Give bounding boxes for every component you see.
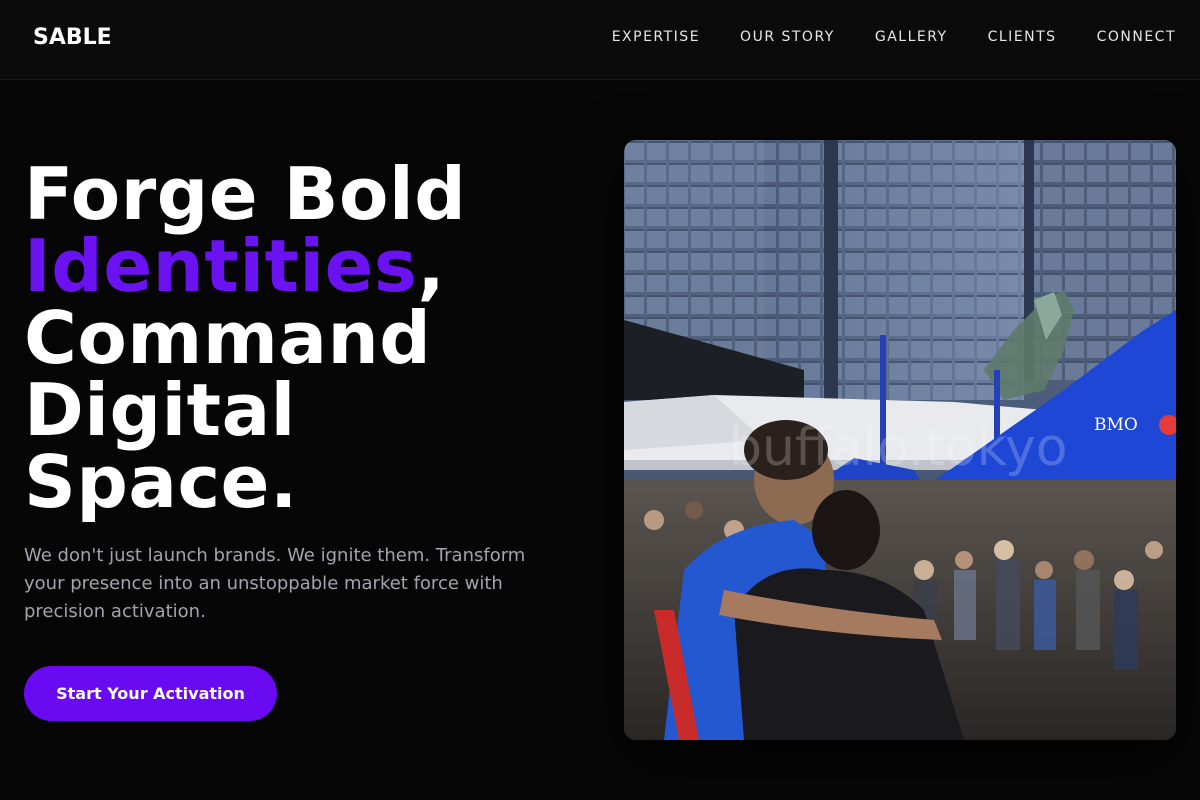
hero-title-line-3: Command (24, 296, 432, 380)
nav-link-connect[interactable]: CONNECT (1097, 29, 1176, 45)
nav-link-gallery[interactable]: GALLERY (875, 29, 948, 45)
nav-link-our-story[interactable]: OUR STORY (740, 29, 835, 45)
hero-title-line-2: Identities, (24, 230, 466, 302)
hero-photo: BMO buffalo.tokyo (624, 140, 1176, 740)
event-crowd-image: BMO buffalo.tokyo (624, 140, 1176, 740)
nav-link-clients[interactable]: CLIENTS (988, 29, 1057, 45)
start-activation-button[interactable]: Start Your Activation (24, 666, 277, 721)
photo-watermark: buffalo.tokyo (729, 418, 1068, 478)
hero-title: Forge Bold Identities, Command Digital S… (24, 158, 466, 518)
brand-logo[interactable]: SABLE (33, 25, 112, 50)
tent-logo-text: BMO (1094, 415, 1138, 435)
top-navbar: SABLE EXPERTISE OUR STORY GALLERY CLIENT… (0, 0, 1200, 80)
nav-link-expertise[interactable]: EXPERTISE (612, 29, 700, 45)
hero-title-line-4: Digital (24, 368, 296, 452)
hero-title-line-1: Forge Bold (24, 152, 467, 236)
hero-title-line-5: Space. (24, 440, 298, 524)
hero-subtitle: We don't just launch brands. We ignite t… (24, 545, 526, 622)
nav-links: EXPERTISE OUR STORY GALLERY CLIENTS CONN… (612, 29, 1176, 45)
